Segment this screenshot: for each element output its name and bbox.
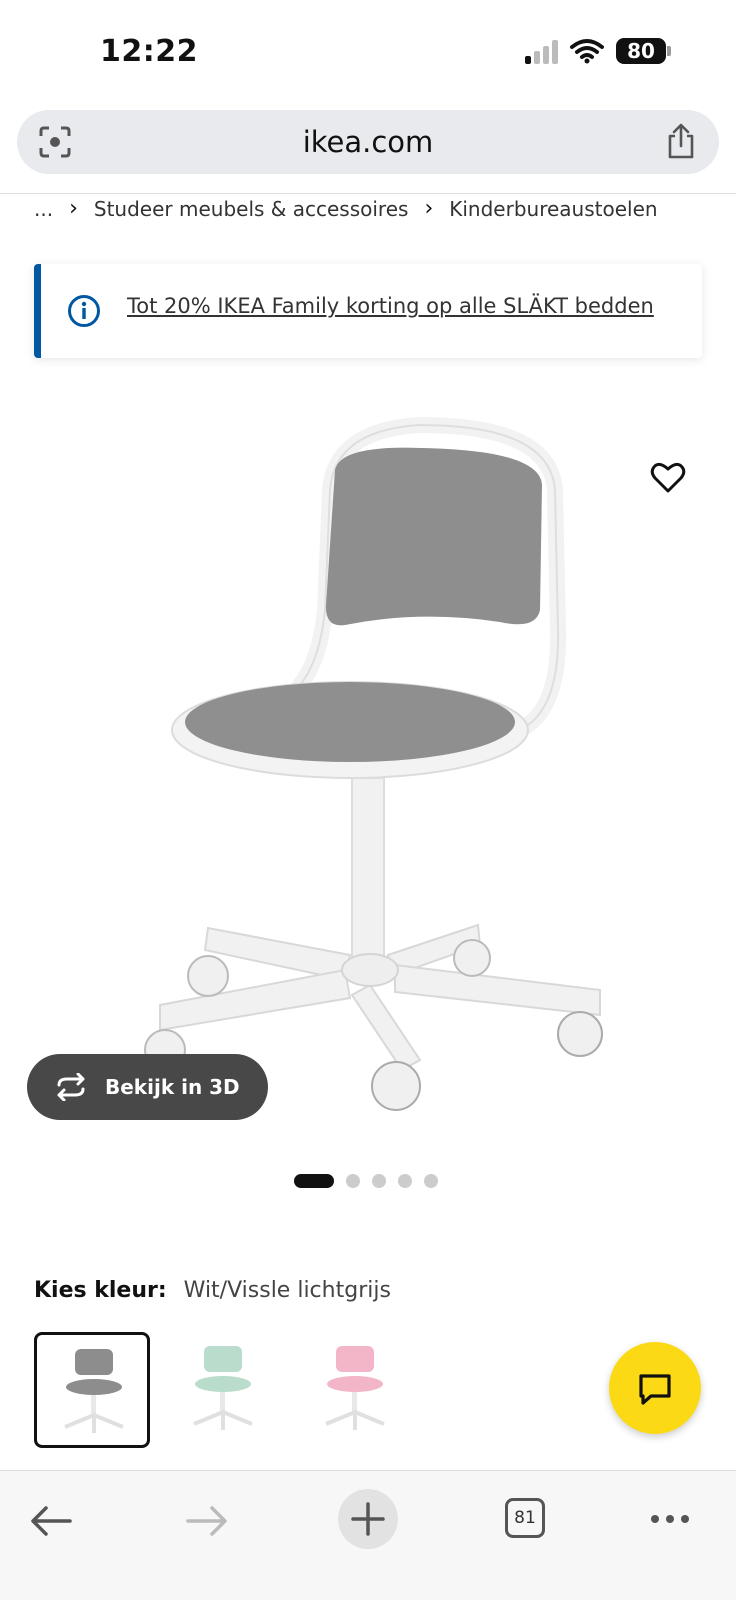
divider xyxy=(0,193,736,194)
address-bar[interactable]: ikea.com xyxy=(17,110,719,174)
promo-banner[interactable]: Tot 20% IKEA Family korting op alle SLÄK… xyxy=(34,264,702,358)
breadcrumb-item-kids-desk-chairs[interactable]: Kinderbureaustoelen xyxy=(449,197,657,221)
breadcrumb-item-study-furniture[interactable]: Studeer meubels & accessoires xyxy=(94,197,409,221)
browser-toolbar: 81 xyxy=(0,1470,736,1600)
breadcrumb-separator: › xyxy=(424,196,434,221)
view-in-3d-label: Bekijk in 3D xyxy=(105,1075,240,1099)
color-value: Wit/Vissle lichtgrijs xyxy=(183,1278,391,1303)
new-tab-button[interactable] xyxy=(338,1489,398,1549)
battery-indicator: 80 xyxy=(616,38,671,64)
color-selection: Kies kleur: Wit/Vissle lichtgrijs xyxy=(34,1278,391,1303)
heart-icon[interactable] xyxy=(650,460,686,494)
image-carousel-indicator xyxy=(294,1174,438,1188)
carousel-dot[interactable] xyxy=(346,1174,360,1188)
product-image[interactable] xyxy=(0,410,736,1160)
signal-icon xyxy=(525,38,558,64)
chat-icon xyxy=(639,1374,671,1405)
carousel-dot[interactable] xyxy=(372,1174,386,1188)
chat-button[interactable] xyxy=(609,1342,701,1434)
color-swatch-pink[interactable] xyxy=(298,1332,414,1448)
color-label: Kies kleur: xyxy=(34,1278,167,1303)
forward-arrow-icon[interactable] xyxy=(186,1505,228,1537)
breadcrumb-ellipsis[interactable]: ... xyxy=(34,197,53,221)
carousel-dot[interactable] xyxy=(424,1174,438,1188)
color-swatch-green[interactable] xyxy=(166,1332,282,1448)
status-icons: 80 xyxy=(525,38,671,64)
url-text[interactable]: ikea.com xyxy=(17,125,719,159)
plus-icon xyxy=(351,1502,385,1536)
rotate-3d-icon xyxy=(57,1073,85,1101)
breadcrumb-separator: › xyxy=(69,196,78,221)
status-time: 12:22 xyxy=(100,34,198,69)
wifi-icon xyxy=(570,39,604,64)
more-icon[interactable] xyxy=(650,1513,690,1525)
status-bar: 12:22 80 xyxy=(0,0,736,100)
promo-link[interactable]: Tot 20% IKEA Family korting op alle SLÄK… xyxy=(127,294,654,318)
info-icon xyxy=(68,295,100,327)
share-icon[interactable] xyxy=(665,122,697,160)
tab-switcher-button[interactable]: 81 xyxy=(505,1498,545,1538)
breadcrumb: ... › Studeer meubels & accessoires › Ki… xyxy=(34,196,658,221)
carousel-dot[interactable] xyxy=(398,1174,412,1188)
color-swatch-grey[interactable] xyxy=(34,1332,150,1448)
view-in-3d-button[interactable]: Bekijk in 3D xyxy=(27,1054,268,1120)
carousel-dot[interactable] xyxy=(294,1174,334,1188)
back-arrow-icon[interactable] xyxy=(30,1505,72,1537)
